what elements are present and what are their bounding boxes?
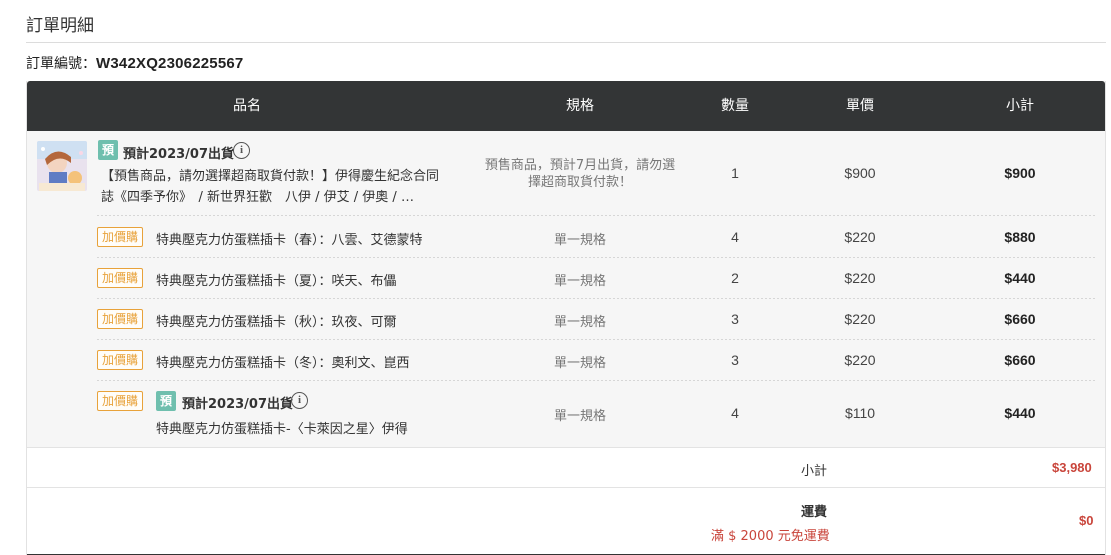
addon-qty: 4: [731, 405, 739, 421]
row-divider: [97, 339, 1095, 340]
addon-qty: 4: [731, 229, 739, 245]
summary-divider: [27, 487, 1105, 488]
header-price: 單價: [846, 98, 874, 114]
product-name-line2: 誌《四季予你》 / 新世界狂歡 八伊 / 伊艾 / 伊奧 / …: [101, 190, 414, 205]
product-name[interactable]: 【預售商品，請勿選擇超商取貨付款！】伊得慶生紀念合同 誌《四季予你》 / 新世界…: [101, 166, 471, 208]
addon-price: $220: [844, 229, 876, 245]
addon-name[interactable]: 特典壓克力仿蛋糕插卡（秋）：玖夜、可爾: [156, 311, 397, 330]
product-name-line1: 【預售商品，請勿選擇超商取貨付款！】伊得慶生紀念合同: [101, 169, 440, 184]
row-divider: [97, 215, 1095, 216]
addon-price: $110: [844, 405, 876, 421]
addon-price: $220: [844, 352, 876, 368]
addon-spec: 單一規格: [553, 356, 606, 371]
addon-badge: 加價購: [97, 227, 144, 247]
addon-subtotal: $440: [1004, 270, 1036, 286]
addon-price: $220: [844, 311, 876, 327]
product-spec-line1: 預售商品，預計7月出貨，請勿選: [484, 158, 676, 173]
addon-subtotal: $880: [1004, 229, 1036, 245]
addon-spec: 單一規格: [553, 315, 606, 330]
product-subtotal: $900: [1004, 165, 1036, 181]
info-icon[interactable]: i: [233, 142, 250, 159]
addon-price: $220: [844, 270, 876, 286]
addon-subtotal: $660: [1004, 352, 1036, 368]
table-header: 品名 規格 數量 單價 小計: [27, 81, 1105, 131]
ship-date: 預計2023/07出貨: [182, 397, 294, 412]
product-price: $900: [844, 165, 876, 181]
preorder-badge: 預: [156, 391, 176, 411]
header-name: 品名: [233, 98, 261, 114]
header-subtotal: 小計: [1006, 98, 1034, 114]
row-divider: [97, 298, 1095, 299]
order-summary: 小計 $3,980 運費 滿 $ 2000 元免運費 $0: [27, 447, 1105, 555]
addon-badge: 加價購: [97, 268, 144, 288]
addon-qty: 3: [731, 311, 739, 327]
addon-spec: 單一規格: [553, 409, 606, 424]
addon-subtotal: $660: [1004, 311, 1036, 327]
order-number: W342XQ2306225567: [96, 55, 244, 72]
summary-divider: [27, 447, 1105, 448]
info-icon[interactable]: i: [291, 392, 308, 409]
ship-date: 預計2023/07出貨: [123, 147, 235, 162]
row-divider: [97, 380, 1095, 381]
row-divider: [97, 257, 1095, 258]
header-spec: 規格: [566, 98, 594, 114]
order-number-label: 訂單編號：: [26, 56, 96, 72]
addon-subtotal: $440: [1004, 405, 1036, 421]
product-thumbnail[interactable]: [37, 141, 87, 191]
summary-subtotal-value: $3,980: [1052, 460, 1092, 475]
product-qty: 1: [731, 165, 739, 181]
addon-badge: 加價購: [97, 350, 144, 370]
product-spec-line2: 擇超商取貨付款！: [527, 175, 632, 190]
order-number-line: 訂單編號：W342XQ2306225567: [26, 53, 243, 73]
addon-badge: 加價購: [97, 391, 144, 411]
addon-qty: 2: [731, 270, 739, 286]
addon-name[interactable]: 特典壓克力仿蛋糕插卡（春）：八雲、艾德蒙特: [156, 229, 423, 248]
addon-qty: 3: [731, 352, 739, 368]
addon-name[interactable]: 特典壓克力仿蛋糕插卡-〈卡萊因之星〉伊得: [156, 418, 408, 437]
summary-subtotal-label: 小計: [801, 464, 828, 479]
free-shipping-note: 滿 $ 2000 元免運費: [711, 529, 830, 544]
header-qty: 數量: [721, 98, 749, 114]
addon-name[interactable]: 特典壓克力仿蛋糕插卡（夏）：咲天、布儡: [156, 270, 397, 289]
title-divider: [26, 42, 1106, 43]
addon-spec: 單一規格: [553, 233, 606, 248]
order-table: 品名 規格 數量 單價 小計 預 預計2023/07出貨 i 【預售商品，請勿選…: [26, 81, 1106, 555]
product-spec: 預售商品，預計7月出貨，請勿選 擇超商取貨付款！: [465, 157, 695, 191]
addon-spec: 單一規格: [553, 274, 606, 289]
addon-badge: 加價購: [97, 309, 144, 329]
addon-name[interactable]: 特典壓克力仿蛋糕插卡（冬）：奧利文、崑西: [156, 352, 410, 371]
shipping-value: $0: [1079, 513, 1094, 528]
preorder-badge: 預: [98, 140, 118, 160]
page-title: 訂單明細: [26, 16, 94, 36]
shipping-label: 運費: [801, 505, 828, 520]
